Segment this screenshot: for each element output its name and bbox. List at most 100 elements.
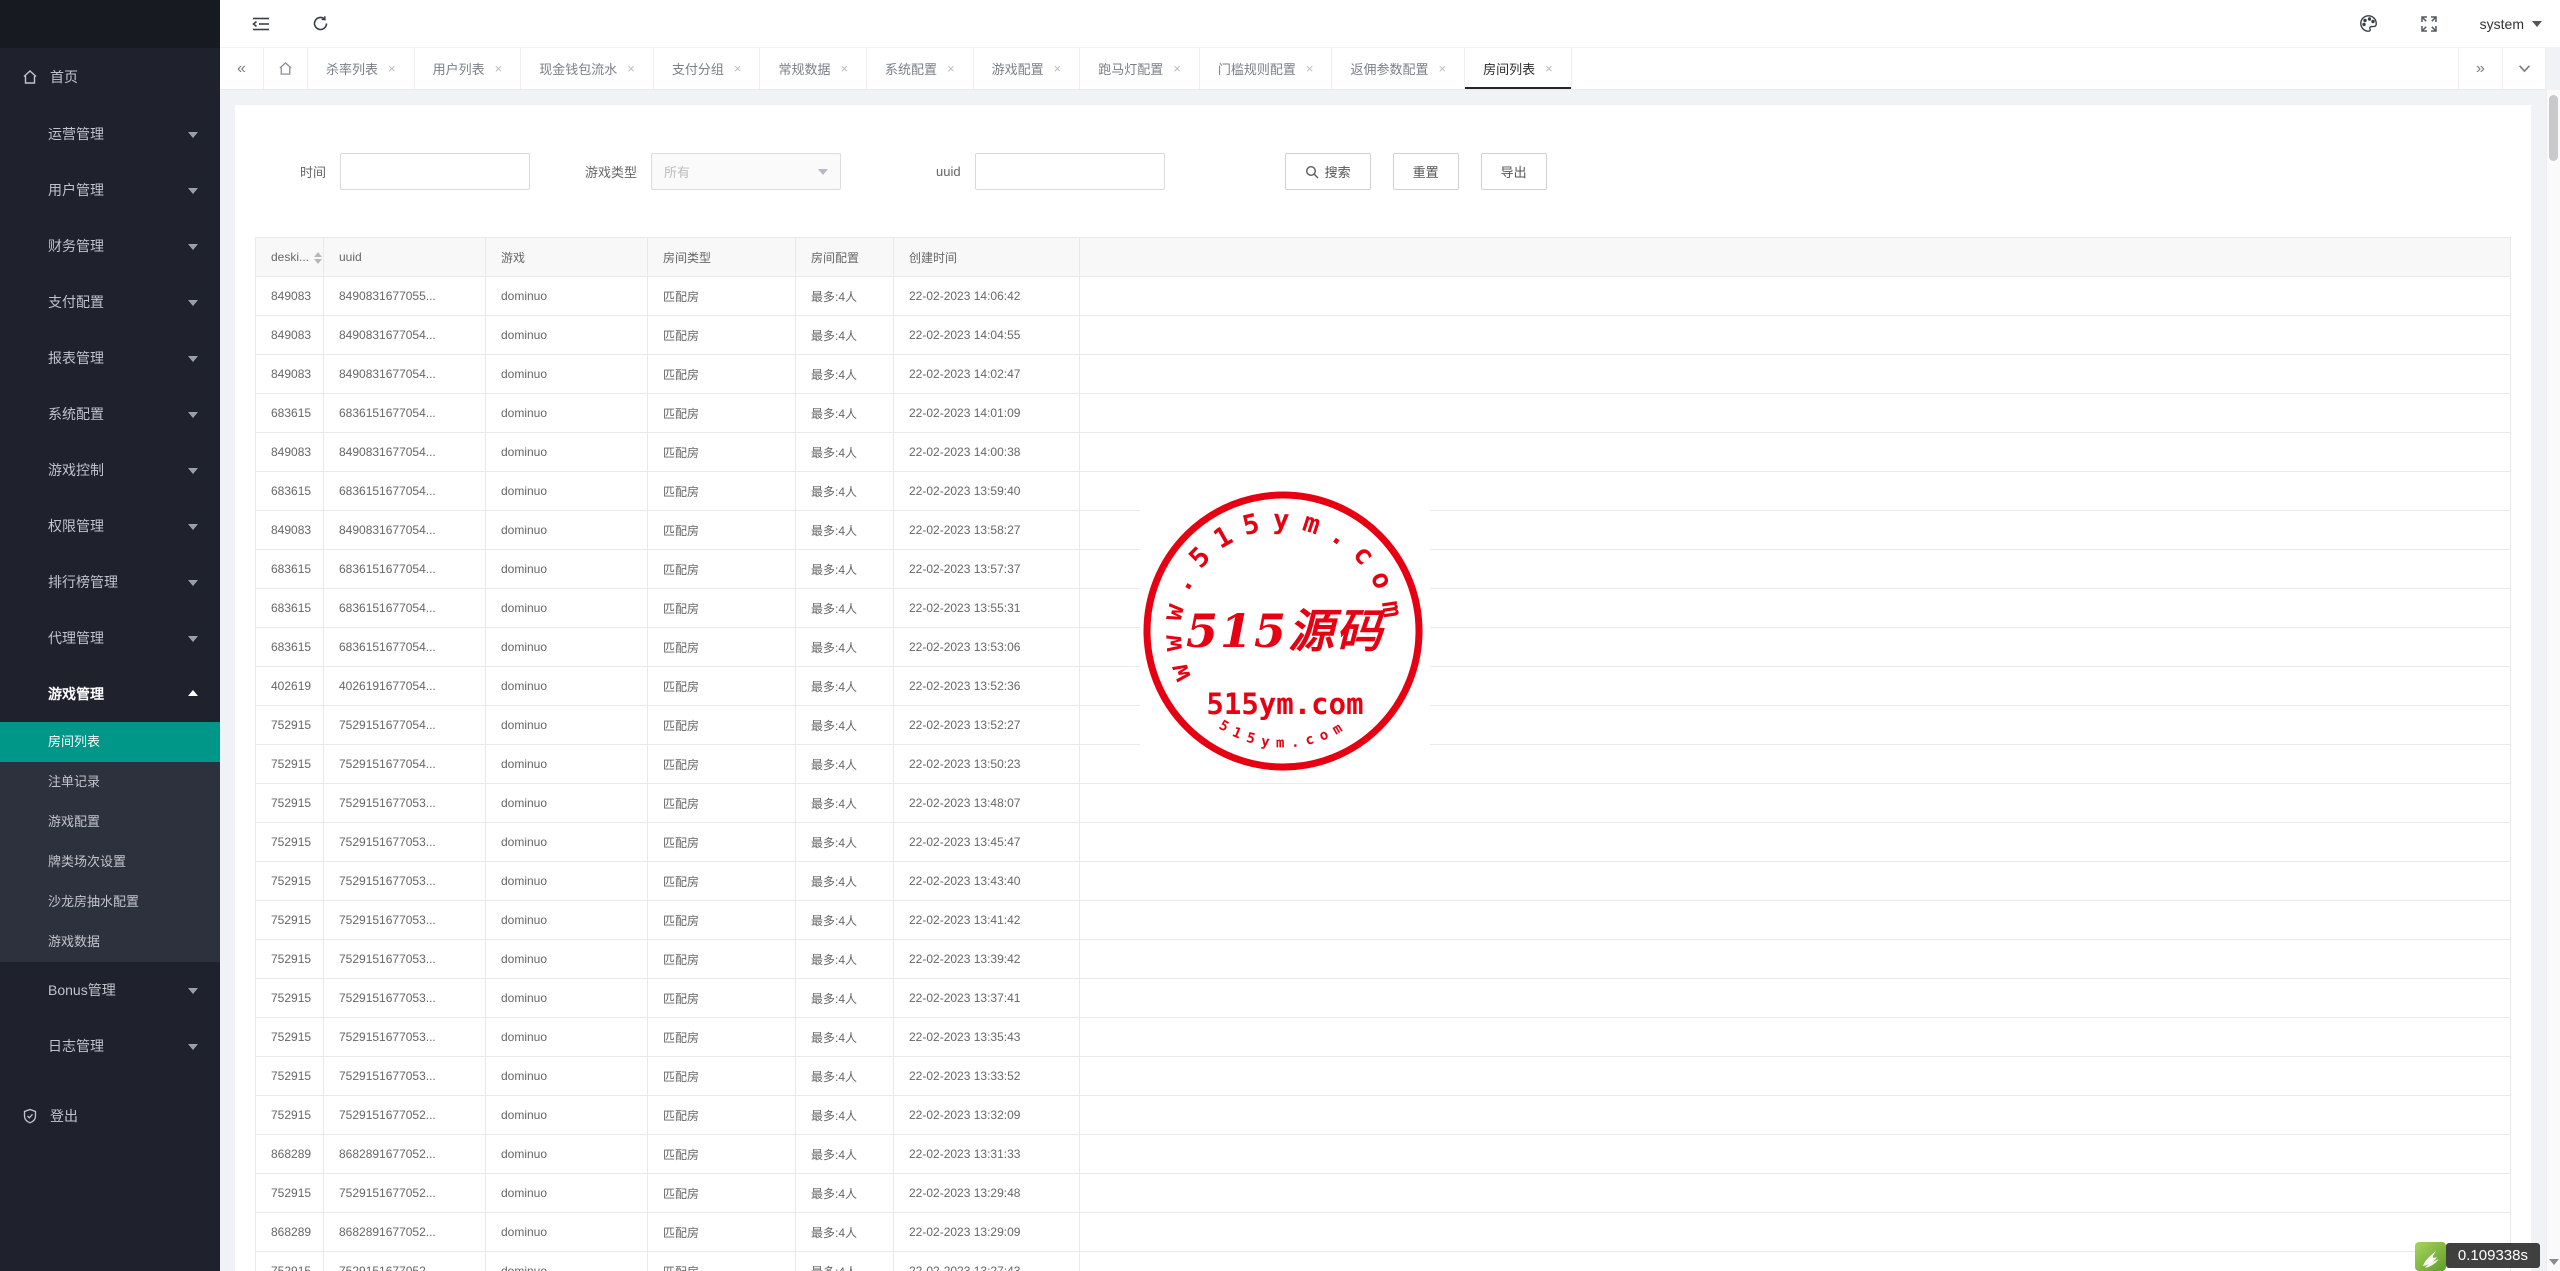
cell-uuid: 7529151677052... [323,1251,486,1271]
tab[interactable]: 杀率列表 × [308,48,415,89]
chevron-down-icon [2518,65,2530,73]
sidebar-subitem[interactable]: 游戏配置 [0,802,220,842]
cell-deskid: 849083 [255,432,324,472]
cell-room-type: 匹配房 [647,939,796,979]
cell-deskid: 752915 [255,783,324,823]
cell-room-type: 匹配房 [647,549,796,589]
tab[interactable]: 支付分组 × [654,48,761,89]
tab-label: 现金钱包流水 [539,62,618,77]
cell-room-type: 匹配房 [647,315,796,355]
cell-deskid: 868289 [255,1134,324,1174]
tabs-scroll-right-button[interactable]: » [2458,48,2502,89]
cell-room-type: 匹配房 [647,471,796,511]
cell-game: dominuo [485,939,648,979]
chevron-up-icon [188,690,198,696]
scrollbar-thumb[interactable] [2549,95,2558,161]
cell-uuid: 4026191677054... [323,666,486,706]
tab[interactable]: 系统配置 × [867,48,974,89]
cell-game: dominuo [485,1056,648,1096]
sidebar-group[interactable]: Bonus管理 [0,962,220,1018]
cell-created-at: 22-02-2023 13:59:40 [893,471,1080,511]
sidebar-subitem[interactable]: 注单记录 [0,762,220,802]
sidebar-item-home[interactable]: 首页 [0,48,220,106]
sidebar-subitem[interactable]: 沙龙房抽水配置 [0,882,220,922]
reset-button[interactable]: 重置 [1392,153,1459,190]
tab-close-icon[interactable]: × [627,62,635,75]
sidebar-group[interactable]: 日志管理 [0,1018,220,1074]
tab-close-icon[interactable]: × [840,62,848,75]
refresh-icon[interactable] [312,15,329,32]
tab-close-icon[interactable]: × [388,62,396,75]
sidebar-group[interactable]: 用户管理 [0,162,220,218]
tab-home-button[interactable] [264,48,308,89]
sidebar-group[interactable]: 财务管理 [0,218,220,274]
cell-uuid: 6836151677054... [323,588,486,628]
vertical-scrollbar [2546,90,2560,1271]
sort-control[interactable] [314,251,323,264]
cell-created-at: 22-02-2023 13:39:42 [893,939,1080,979]
cell-uuid: 6836151677054... [323,627,486,667]
user-menu[interactable]: system [2480,16,2542,32]
tab-close-icon[interactable]: × [495,62,503,75]
sidebar-group[interactable]: 系统配置 [0,386,220,442]
theme-palette-icon[interactable] [2359,14,2378,33]
tab[interactable]: 跑马灯配置 × [1080,48,1200,89]
cell-game: dominuo [485,354,648,394]
sidebar-group[interactable]: 运营管理 [0,106,220,162]
table-row: 752915 7529151677053... dominuo 匹配房 最多:4人 22-… [255,978,2511,1018]
sidebar-item-logout[interactable]: 登出 [0,1096,220,1136]
sidebar-group[interactable]: 权限管理 [0,498,220,554]
tab[interactable]: 房间列表 × [1465,48,1572,89]
cell-room-config: 最多:4人 [795,510,894,550]
topbar-left [220,15,329,32]
chevron-down-icon [188,524,198,530]
cell-room-type: 匹配房 [647,822,796,862]
fullscreen-icon[interactable] [2420,15,2438,33]
sidebar-group[interactable]: 支付配置 [0,274,220,330]
chevron-down-icon [188,412,198,418]
tab-close-icon[interactable]: × [1306,62,1314,75]
tab[interactable]: 游戏配置 × [974,48,1081,89]
cell-room-config: 最多:4人 [795,1095,894,1135]
cell-uuid: 8490831677054... [323,510,486,550]
tab[interactable]: 现金钱包流水 × [521,48,654,89]
sidebar-group[interactable]: 排行榜管理 [0,554,220,610]
sidebar-group[interactable]: 游戏管理 [0,666,220,722]
cell-created-at: 22-02-2023 14:04:55 [893,315,1080,355]
sidebar-subitem[interactable]: 房间列表 [0,722,220,762]
uuid-input[interactable] [974,153,1165,190]
tab-close-icon[interactable]: × [1054,62,1062,75]
username: system [2479,15,2524,32]
sidebar-group-label: Bonus管理 [48,982,116,998]
sidebar-subitem[interactable]: 游戏数据 [0,922,220,962]
tab-close-icon[interactable]: × [947,62,955,75]
cell-room-config: 最多:4人 [795,705,894,745]
tab-close-icon[interactable]: × [1439,62,1447,75]
search-button[interactable]: 搜索 [1284,153,1371,190]
cell-filler [1079,1173,2511,1213]
cell-game: dominuo [485,276,648,316]
cell-filler [1079,393,2511,433]
cell-uuid: 6836151677054... [323,393,486,433]
tabs-menu-button[interactable] [2502,48,2546,89]
time-input[interactable] [340,153,531,190]
trace-flame-icon[interactable] [2414,1242,2446,1271]
cell-deskid: 752915 [255,1251,324,1271]
sidebar-group[interactable]: 游戏控制 [0,442,220,498]
tabs-scroll-left-button[interactable]: « [220,48,264,89]
tab[interactable]: 返佣参数配置 × [1332,48,1466,89]
sidebar-group[interactable]: 代理管理 [0,610,220,666]
tab-close-icon[interactable]: × [1173,62,1181,75]
tab[interactable]: 用户列表 × [415,48,522,89]
export-button[interactable]: 导出 [1480,153,1547,190]
sidebar-group[interactable]: 报表管理 [0,330,220,386]
tab-close-icon[interactable]: × [1545,62,1553,75]
scrollbar-down-arrow[interactable] [2549,1259,2559,1265]
tab-close-icon[interactable]: × [734,62,742,75]
tab[interactable]: 门槛规则配置 × [1200,48,1333,89]
sidebar-subitem[interactable]: 牌类场次设置 [0,842,220,882]
tab[interactable]: 常规数据 × [760,48,868,89]
game-type-select[interactable]: 所有 [651,153,842,190]
cell-filler [1079,276,2511,316]
collapse-menu-icon[interactable] [252,16,270,32]
